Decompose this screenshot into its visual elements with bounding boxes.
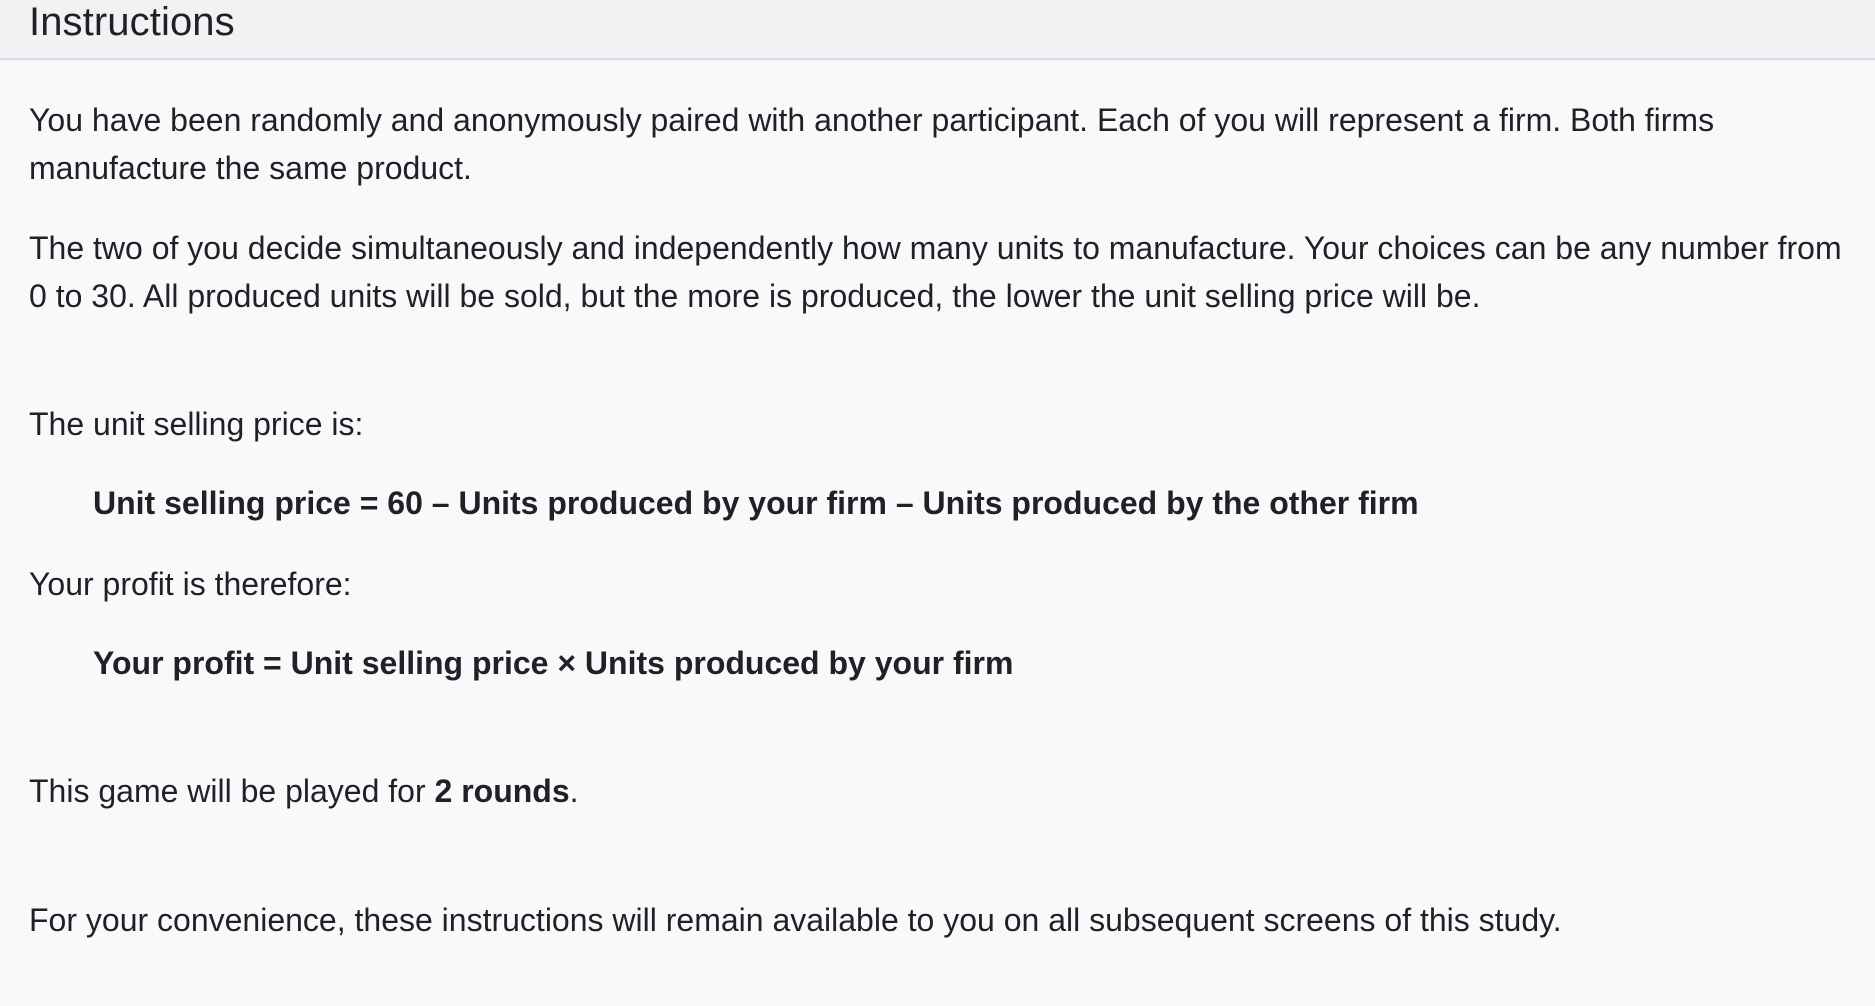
pairing-paragraph: You have been randomly and anonymously p… — [29, 102, 1715, 186]
price-formula: Unit selling price = 60 – Units produced… — [93, 485, 1419, 521]
instructions-panel: Instructions You have been randomly and … — [0, 0, 1875, 1006]
price-intro-text: The unit selling price is: — [29, 406, 364, 442]
profit-formula: Your profit = Unit selling price × Units… — [93, 645, 1014, 681]
profit-intro-text: Your profit is therefore: — [29, 566, 352, 602]
panel-header: Instructions — [0, 0, 1875, 60]
rounds-paragraph: This game will be played for 2 rounds. — [29, 767, 1849, 815]
rounds-value: 2 rounds — [434, 773, 570, 809]
availability-note: For your convenience, these instructions… — [29, 902, 1562, 938]
rounds-prefix: This game will be played for — [29, 773, 435, 809]
panel-title: Instructions — [29, 0, 235, 44]
decision-paragraph: The two of you decide simultaneously and… — [29, 230, 1842, 314]
rounds-suffix: . — [569, 773, 579, 809]
